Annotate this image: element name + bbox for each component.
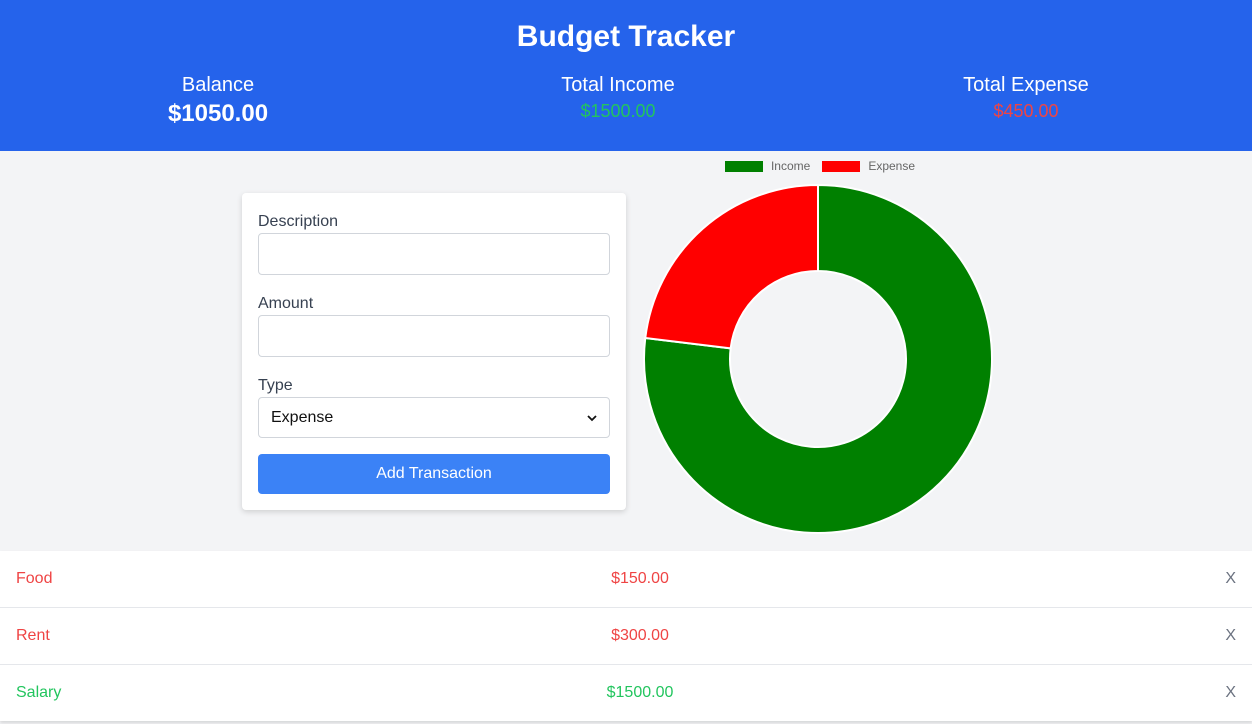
transaction-amount: $300.00 (611, 627, 669, 644)
transaction-description: Salary (16, 684, 62, 701)
add-transaction-button[interactable]: Add Transaction (258, 454, 610, 494)
amount-label: Amount (258, 295, 314, 312)
expense-label: Total Expense (963, 74, 1089, 96)
table-row: Rent $300.00 X (0, 608, 1252, 665)
transaction-list: Food $150.00 X Rent $300.00 X Salary $15… (0, 551, 1252, 721)
expense-value: $450.00 (993, 101, 1059, 121)
type-select-value: Expense (271, 408, 334, 426)
description-label: Description (258, 213, 339, 230)
donut-chart (643, 183, 993, 534)
donut-slice-expense[interactable] (644, 183, 819, 350)
delete-transaction-button[interactable]: X (1225, 627, 1236, 645)
description-input[interactable] (258, 233, 610, 275)
delete-transaction-button[interactable]: X (1225, 570, 1236, 588)
delete-transaction-button[interactable]: X (1225, 684, 1236, 702)
balance-value: $1050.00 (167, 100, 269, 127)
table-row: Salary $1500.00 X (0, 665, 1252, 722)
income-label: Total Income (561, 74, 675, 96)
app-title: Budget Tracker (516, 20, 736, 53)
transaction-amount: $1500.00 (606, 684, 674, 701)
transaction-description: Food (16, 570, 53, 587)
amount-input[interactable] (258, 315, 610, 357)
transaction-description: Rent (16, 627, 50, 644)
expense-stat: Total Expense $450.00 (906, 74, 1146, 122)
chart-area: Income Expense (630, 151, 1010, 546)
header: Budget Tracker Balance $1050.00 Total In… (0, 0, 1252, 151)
transaction-form: Description Amount Type Expense Add Tran… (242, 193, 626, 510)
transaction-amount: $150.00 (611, 570, 669, 587)
chevron-down-icon (587, 414, 597, 421)
balance-stat: Balance $1050.00 (98, 74, 338, 128)
type-select[interactable]: Expense (258, 397, 610, 438)
balance-label: Balance (181, 74, 255, 96)
type-label: Type (258, 377, 293, 394)
table-row: Food $150.00 X (0, 551, 1252, 608)
income-value: $1500.00 (580, 101, 656, 121)
income-stat: Total Income $1500.00 (498, 74, 738, 122)
